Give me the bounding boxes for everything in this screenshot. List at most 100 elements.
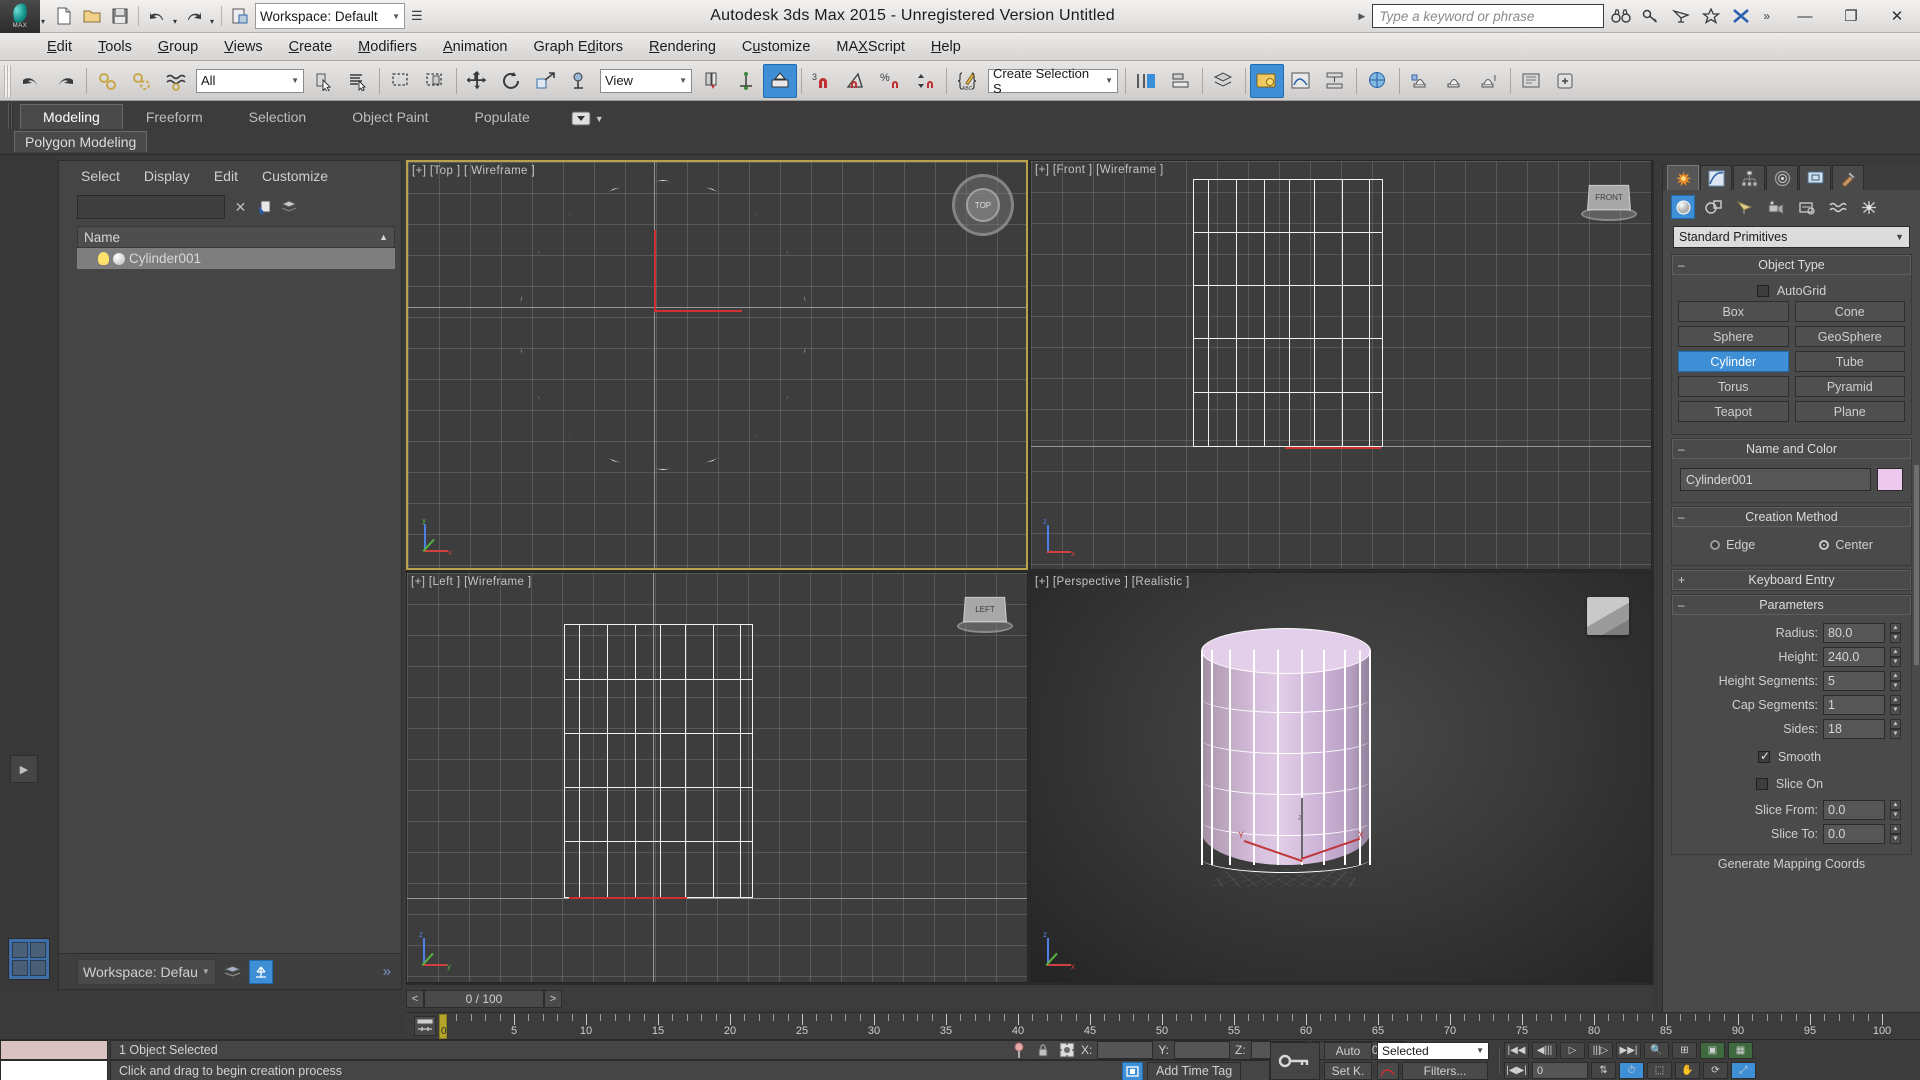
rollout-creation-method-header[interactable]: – Creation Method <box>1672 507 1911 527</box>
undo-scene-icon[interactable] <box>14 64 48 98</box>
timeline-playhead[interactable]: 0 <box>439 1014 447 1039</box>
viewport-label-top[interactable]: [+] [Top ] [ Wireframe ] <box>412 165 535 177</box>
menu-customize[interactable]: Customize <box>729 36 824 58</box>
display-tab[interactable] <box>1799 165 1831 190</box>
slice-on-checkbox[interactable] <box>1755 778 1768 790</box>
maximize-button[interactable]: ❐ <box>1828 0 1874 33</box>
unlink-selection-icon[interactable] <box>125 64 159 98</box>
zoom-region-icon[interactable]: ⬚ <box>1647 1062 1672 1079</box>
ribbon-tab-populate[interactable]: Populate <box>451 104 552 129</box>
rollout-parameters-header[interactable]: – Parameters <box>1672 595 1911 615</box>
select-and-place-icon[interactable] <box>563 64 597 98</box>
select-highlighted-icon[interactable] <box>256 199 273 216</box>
object-name-input[interactable]: Cylinder001 <box>1680 468 1871 491</box>
scene-explorer-menu-edit[interactable]: Edit <box>214 168 238 184</box>
slice-from-spinner[interactable]: ▲ ▼ <box>1890 800 1901 820</box>
layout-quadrant-button[interactable] <box>8 938 50 980</box>
select-object-icon[interactable] <box>307 64 341 98</box>
select-and-scale-icon[interactable] <box>529 64 563 98</box>
pan-view-icon[interactable]: ✋ <box>1675 1062 1700 1079</box>
key-mode-toggle-button[interactable]: |◀▶| <box>1504 1062 1529 1079</box>
mirror-icon[interactable] <box>1130 64 1164 98</box>
select-and-manipulate-icon[interactable] <box>763 63 797 98</box>
rail-expand-button[interactable]: ▶ <box>10 755 38 783</box>
redo-scene-icon[interactable] <box>48 64 82 98</box>
rollout-keyboard-entry-header[interactable]: + Keyboard Entry <box>1672 570 1911 590</box>
viewcube-top[interactable]: TOP <box>952 174 1014 236</box>
ribbon-tab-freeform[interactable]: Freeform <box>123 104 226 129</box>
ribbon-tab-modeling[interactable]: Modeling <box>20 104 123 129</box>
percent-snap-toggle-icon[interactable]: % <box>874 64 908 98</box>
radio-center-indicator[interactable] <box>1819 540 1830 550</box>
param-height-spinner[interactable]: ▲ ▼ <box>1890 647 1901 667</box>
material-editor-icon[interactable] <box>1361 64 1395 98</box>
space-warps-button[interactable] <box>1826 195 1850 219</box>
geometry-button[interactable] <box>1671 195 1695 219</box>
bind-to-space-warp-icon[interactable] <box>159 64 193 98</box>
object-button-tube[interactable]: Tube <box>1794 351 1905 372</box>
render-production-icon[interactable] <box>1472 64 1506 98</box>
toggle-scene-explorer-icon[interactable] <box>1250 63 1284 98</box>
systems-button[interactable] <box>1857 195 1881 219</box>
zoom-extents-region-icon[interactable]: 🔍 <box>1644 1042 1669 1059</box>
menu-edit[interactable]: Edit <box>34 36 85 58</box>
menu-graph-editors[interactable]: Graph Editors <box>520 36 635 58</box>
menu-tools[interactable]: Tools <box>85 36 145 58</box>
gizmo-x-axis[interactable] <box>654 310 742 312</box>
set-key-mode-icon[interactable] <box>1270 1041 1320 1080</box>
timeline-ruler[interactable]: 5 10 15 20 25 30 35 40 45 50 55 60 65 70 75 80 85 90 95 100… <box>439 1013 1920 1039</box>
lights-button[interactable] <box>1733 195 1757 219</box>
object-button-pyramid[interactable]: Pyramid <box>1794 376 1905 397</box>
slice-to-input[interactable]: 0.0 <box>1823 824 1885 844</box>
binoculars-icon[interactable] <box>1607 3 1634 29</box>
coord-y-input[interactable] <box>1174 1041 1231 1059</box>
scene-explorer-list[interactable]: ⋯ Cylinder001 <box>77 248 395 888</box>
viewcube-perspective[interactable] <box>1577 585 1639 647</box>
rectangular-selection-region-icon[interactable] <box>384 64 418 98</box>
go-to-end-button[interactable]: ▶▶| <box>1616 1042 1641 1059</box>
sort-ascending-icon[interactable]: ▲ <box>379 232 388 242</box>
maxscript-mini-listener[interactable] <box>0 1040 108 1080</box>
viewcube-left[interactable]: LEFT <box>953 587 1017 641</box>
rollout-name-and-color-header[interactable]: – Name and Color <box>1672 439 1911 459</box>
zoom-extents-all-selected-icon[interactable]: ▦ <box>1728 1042 1753 1059</box>
radio-edge[interactable]: Edge <box>1710 538 1755 552</box>
minimize-button[interactable]: — <box>1782 0 1828 33</box>
param-radius-input[interactable]: 80.0 <box>1823 623 1885 643</box>
key-icon[interactable] <box>1637 3 1664 29</box>
param-height-input[interactable]: 240.0 <box>1823 647 1885 667</box>
param-height-segments-input[interactable]: 5 <box>1823 671 1885 691</box>
footer-workspace-selector[interactable]: Workspace: Defau ▼ <box>77 958 216 985</box>
key-filters-button[interactable]: Filters... <box>1402 1061 1488 1080</box>
viewport-label-left[interactable]: [+] [Left ] [Wireframe ] <box>411 576 531 588</box>
rendered-frame-window-icon[interactable] <box>1438 64 1472 98</box>
auto-key-button[interactable]: Auto <box>1324 1041 1372 1060</box>
gizmo-x-axis[interactable] <box>1285 447 1381 449</box>
slice-to-spinner[interactable]: ▲ ▼ <box>1890 824 1901 844</box>
scene-explorer-search-input[interactable] <box>77 195 225 219</box>
gizmo-z-axis[interactable] <box>1301 798 1303 858</box>
gizmo-y-axis[interactable] <box>654 230 656 310</box>
radio-edge-indicator[interactable] <box>1710 540 1721 550</box>
window-crossing-icon[interactable] <box>418 64 452 98</box>
app-logo-button[interactable]: MAX <box>0 0 40 33</box>
collapse-icon[interactable]: – <box>1678 258 1685 272</box>
workspace-selector[interactable]: Workspace: Default ▼ <box>255 3 406 29</box>
param-height-segments-spinner[interactable]: ▲ ▼ <box>1890 671 1901 691</box>
use-selection-center-icon[interactable] <box>729 64 763 98</box>
curve-editor-icon[interactable] <box>1284 64 1318 98</box>
layers-icon[interactable] <box>223 963 241 980</box>
autogrid-row[interactable]: AutoGrid <box>1678 281 1905 301</box>
radio-center[interactable]: Center <box>1819 538 1873 552</box>
project-folder-button[interactable] <box>227 3 253 29</box>
set-key-button[interactable]: Set K. <box>1324 1061 1372 1080</box>
scene-explorer-menu-select[interactable]: Select <box>81 168 120 184</box>
close-button[interactable]: ✕ <box>1874 0 1920 33</box>
select-by-name-icon[interactable] <box>341 64 375 98</box>
selection-filter-combo[interactable]: All ▼ <box>196 68 304 93</box>
create-tab[interactable] <box>1667 165 1699 190</box>
scene-explorer-toggle-icon[interactable] <box>248 959 273 984</box>
object-button-geosphere[interactable]: GeoSphere <box>1794 326 1905 347</box>
menu-views[interactable]: Views <box>211 36 275 58</box>
expand-icon[interactable]: + <box>1678 573 1685 587</box>
